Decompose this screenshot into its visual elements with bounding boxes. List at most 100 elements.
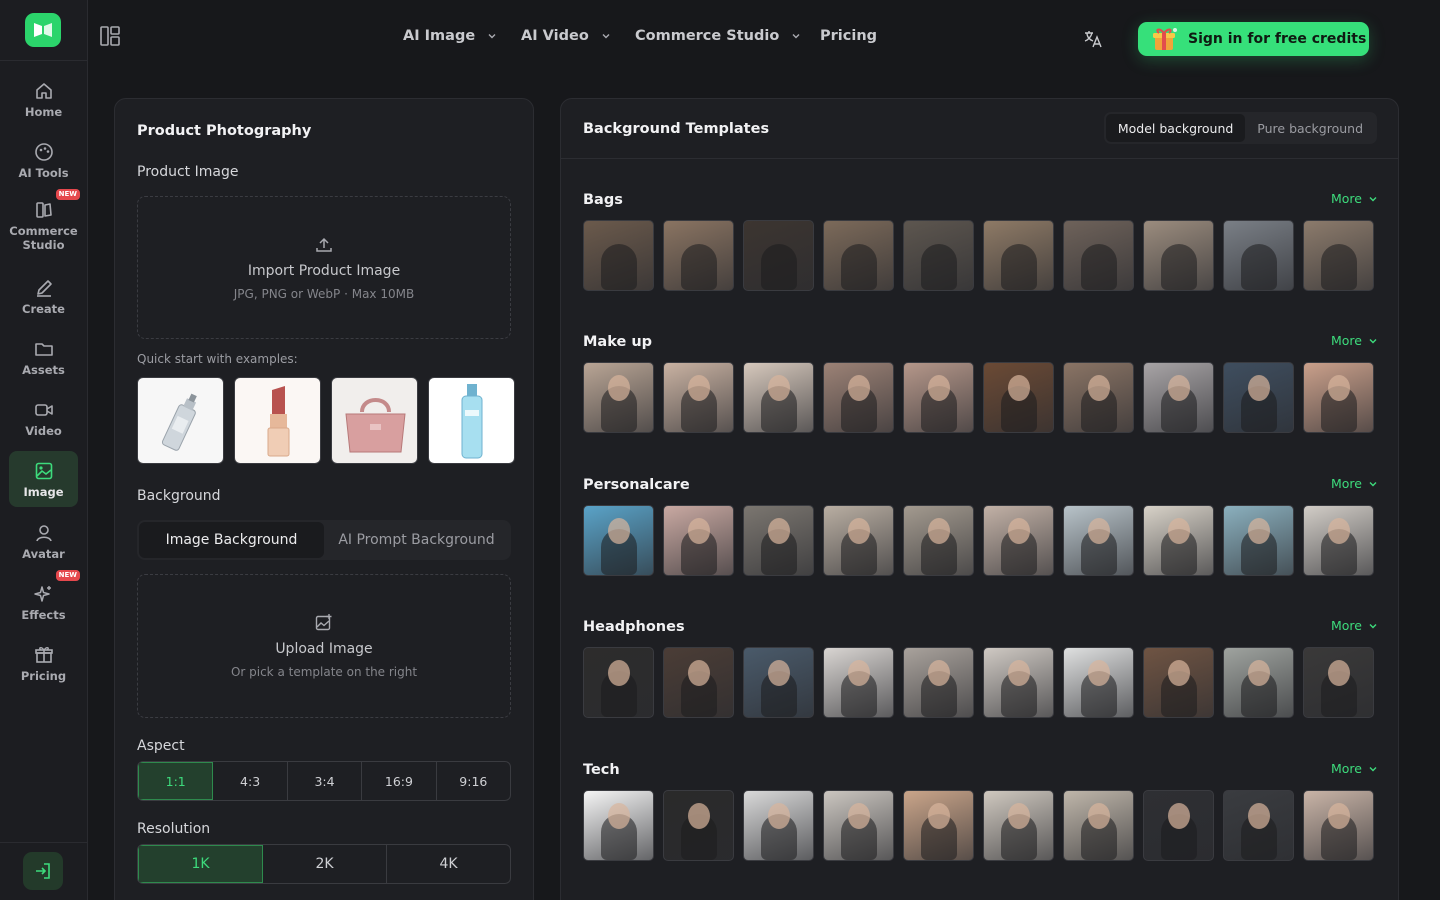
template-thumbnail[interactable] xyxy=(1223,647,1294,718)
sidebar-item-video[interactable]: Video xyxy=(9,390,78,446)
template-thumbnail[interactable] xyxy=(1303,790,1374,861)
template-thumbnail[interactable] xyxy=(823,505,894,576)
template-thumbnail[interactable] xyxy=(1303,362,1374,433)
translate-icon[interactable] xyxy=(1082,28,1104,50)
image-background-option[interactable]: Image Background xyxy=(139,522,324,558)
aspect-option[interactable]: 4:3 xyxy=(213,762,288,800)
ai-prompt-background-option[interactable]: AI Prompt Background xyxy=(324,522,509,558)
template-thumbnail[interactable] xyxy=(743,362,814,433)
sidebar-item-effects[interactable]: NEW Effects xyxy=(9,570,80,630)
template-thumbnail[interactable] xyxy=(583,505,654,576)
sidebar-item-pricing[interactable]: Pricing xyxy=(9,635,78,691)
more-button[interactable]: More xyxy=(1331,333,1378,348)
template-face xyxy=(687,375,710,401)
template-thumbnail[interactable] xyxy=(1223,362,1294,433)
template-thumbnail[interactable] xyxy=(663,220,734,291)
template-thumbnail[interactable] xyxy=(583,790,654,861)
import-product-dropzone[interactable]: Import Product Image JPG, PNG or WebP · … xyxy=(137,196,511,339)
logo-icon xyxy=(34,23,52,37)
sidebar-item-avatar[interactable]: Avatar xyxy=(9,513,78,569)
template-thumbnail[interactable] xyxy=(583,647,654,718)
topnav-pricing[interactable]: Pricing xyxy=(820,28,877,44)
template-thumbnail[interactable] xyxy=(823,220,894,291)
aspect-option[interactable]: 16:9 xyxy=(362,762,437,800)
sidebar-item-image[interactable]: Image xyxy=(9,451,78,507)
template-thumbnail[interactable] xyxy=(983,647,1054,718)
sidebar-item-ai-tools[interactable]: AI Tools xyxy=(9,132,78,188)
template-thumbnail[interactable] xyxy=(983,362,1054,433)
more-button[interactable]: More xyxy=(1331,476,1378,491)
template-thumbnail[interactable] xyxy=(903,647,974,718)
template-thumbnail[interactable] xyxy=(1303,647,1374,718)
template-thumbnail[interactable] xyxy=(743,505,814,576)
signin-button[interactable]: Sign in for free credits xyxy=(1138,22,1369,56)
template-thumbnail[interactable] xyxy=(1143,220,1214,291)
import-sub-text: JPG, PNG or WebP · Max 10MB xyxy=(233,286,415,301)
template-thumbnail[interactable] xyxy=(1063,790,1134,861)
resolution-option[interactable]: 4K xyxy=(387,845,510,883)
template-thumbnail[interactable] xyxy=(983,790,1054,861)
example-serum-bottle[interactable] xyxy=(428,377,515,464)
sidebar-item-label: Assets xyxy=(22,362,65,377)
template-thumbnail[interactable] xyxy=(663,790,734,861)
template-thumbnail[interactable] xyxy=(1063,220,1134,291)
app-logo[interactable] xyxy=(25,13,61,47)
upload-background-dropzone[interactable]: Upload Image Or pick a template on the r… xyxy=(137,574,511,718)
layout-toggle-icon[interactable] xyxy=(99,25,121,47)
template-face xyxy=(1247,518,1270,544)
template-thumbnail[interactable] xyxy=(1143,505,1214,576)
template-thumbnail[interactable] xyxy=(903,220,974,291)
resolution-option[interactable]: 2K xyxy=(263,845,387,883)
template-thumbnail[interactable] xyxy=(663,362,734,433)
template-thumbnail[interactable] xyxy=(1063,647,1134,718)
template-thumbnail[interactable] xyxy=(1303,505,1374,576)
template-thumbnail[interactable] xyxy=(663,647,734,718)
topnav-ai-image[interactable]: AI Image xyxy=(403,28,497,44)
template-thumbnail[interactable] xyxy=(743,220,814,291)
template-thumbnail[interactable] xyxy=(743,790,814,861)
template-thumbnail[interactable] xyxy=(1223,220,1294,291)
sidebar-item-create[interactable]: Create xyxy=(9,268,78,324)
aspect-option[interactable]: 3:4 xyxy=(288,762,363,800)
template-thumbnail[interactable] xyxy=(1303,220,1374,291)
template-thumbnail[interactable] xyxy=(1143,790,1214,861)
more-button[interactable]: More xyxy=(1331,191,1378,206)
template-thumbnail[interactable] xyxy=(1223,790,1294,861)
template-thumbnail[interactable] xyxy=(1143,647,1214,718)
more-button[interactable]: More xyxy=(1331,618,1378,633)
tab-model-background[interactable]: Model background xyxy=(1105,114,1246,142)
sidebar-item-commerce-studio[interactable]: NEW Commerce Studio xyxy=(9,189,80,257)
template-thumbnail[interactable] xyxy=(743,647,814,718)
template-thumbnail[interactable] xyxy=(823,362,894,433)
template-thumbnail[interactable] xyxy=(823,790,894,861)
template-thumbnail[interactable] xyxy=(1143,362,1214,433)
template-thumbnail[interactable] xyxy=(1063,362,1134,433)
template-thumbnail[interactable] xyxy=(1223,505,1294,576)
topnav-commerce-studio[interactable]: Commerce Studio xyxy=(635,28,801,44)
template-face xyxy=(687,660,710,686)
example-handbag[interactable] xyxy=(331,377,418,464)
login-button[interactable] xyxy=(23,852,63,890)
template-thumbnail[interactable] xyxy=(663,505,734,576)
topnav-ai-video[interactable]: AI Video xyxy=(521,28,611,44)
aspect-option[interactable]: 1:1 xyxy=(138,762,214,800)
sidebar-item-home[interactable]: Home xyxy=(9,71,78,127)
template-thumbnail[interactable] xyxy=(903,505,974,576)
example-spray-bottle[interactable] xyxy=(137,377,224,464)
category-make-up: Make up More xyxy=(583,331,1378,433)
aspect-option[interactable]: 9:16 xyxy=(437,762,510,800)
template-thumbnail[interactable] xyxy=(983,505,1054,576)
more-button[interactable]: More xyxy=(1331,761,1378,776)
tab-pure-background[interactable]: Pure background xyxy=(1245,114,1375,142)
template-thumbnail[interactable] xyxy=(583,220,654,291)
template-thumbnail[interactable] xyxy=(903,790,974,861)
sidebar-item-assets[interactable]: Assets xyxy=(9,329,78,385)
resolution-option[interactable]: 1K xyxy=(138,845,263,883)
template-thumbnail[interactable] xyxy=(1063,505,1134,576)
template-thumbnail[interactable] xyxy=(823,647,894,718)
template-thumbnail[interactable] xyxy=(983,220,1054,291)
template-thumbnail[interactable] xyxy=(903,362,974,433)
example-lipstick[interactable] xyxy=(234,377,321,464)
gift-icon xyxy=(1153,28,1177,50)
template-thumbnail[interactable] xyxy=(583,362,654,433)
